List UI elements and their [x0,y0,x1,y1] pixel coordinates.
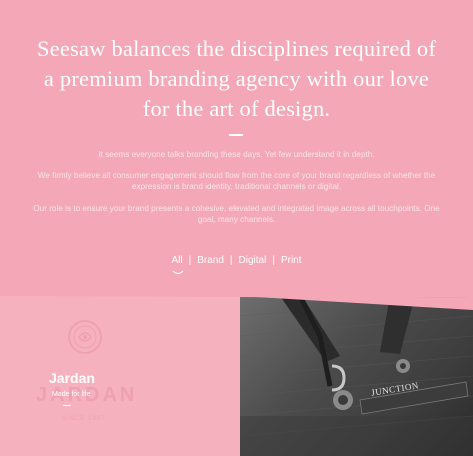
filter-brand[interactable]: Brand [197,255,224,266]
filter-separator: | [272,255,275,266]
hero-paragraph-3: Our role is to ensure your brand present… [33,204,440,224]
filter-print[interactable]: Print [281,255,302,266]
hero-transition-wedge [0,280,473,310]
portfolio-card-subtitle: Made for life [52,391,91,398]
portfolio-card-title[interactable]: Jardan [49,370,95,386]
jardan-since-text: SINCE 1987 [62,416,106,422]
hero-divider [229,134,243,136]
filter-all[interactable]: All [172,255,183,266]
hero-headline: Seesaw balances the disciplines required… [36,36,437,121]
hero-paragraph-1: It seems everyone talks branding these d… [98,150,375,159]
portfolio-filter-nav: All | Brand | Digital | Print [0,255,473,266]
filter-separator: | [229,255,233,266]
chevron-down-icon [172,270,184,275]
portfolio-card-jardan[interactable] [0,296,240,456]
jardan-logo-icon [68,320,102,354]
hero-paragraph-2: We firmly believe all consumer engagemen… [37,171,436,191]
filter-digital[interactable]: Digital [239,255,267,266]
portfolio-card-divider [63,405,71,406]
portfolio-photo-apron[interactable] [240,296,473,456]
filter-separator: | [188,255,192,266]
